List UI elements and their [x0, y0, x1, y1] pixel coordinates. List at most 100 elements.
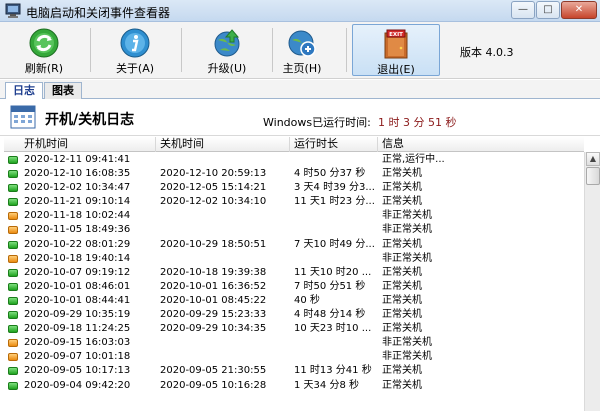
- cell-shutdown-time: 2020-12-02 10:34:10: [160, 196, 267, 208]
- status-normal-icon: [8, 156, 18, 164]
- cell-info: 非正常关机: [382, 351, 432, 363]
- table-row[interactable]: 2020-10-18 19:40:14 非正常关机: [4, 252, 584, 266]
- maximize-button[interactable]: □: [536, 1, 560, 19]
- window-title: 电脑启动和关闭事件查看器: [26, 6, 171, 20]
- status-normal-icon: [8, 381, 18, 390]
- cell-info: 正常关机: [382, 196, 422, 208]
- status-normal-icon: [8, 184, 18, 193]
- table-row[interactable]: 2020-11-05 18:49:36 非正常关机: [4, 223, 584, 237]
- cell-info: 正常关机: [382, 280, 422, 292]
- table-row[interactable]: 2020-10-01 08:46:01 2020-10-01 16:36:52 7 …: [4, 280, 584, 294]
- cell-shutdown-time: 2020-10-01 16:36:52: [160, 280, 267, 292]
- cell-boot-time: 2020-09-04 09:42:20: [24, 379, 131, 391]
- version-label: 版本 4.0.3: [460, 46, 514, 59]
- cell-boot-time: 2020-12-11 09:41:41: [24, 154, 131, 165]
- cell-duration: 11 时13 分41 秒: [294, 365, 372, 377]
- cell-duration: 4 时50 分37 秒: [294, 168, 366, 180]
- cell-info: 正常关机: [382, 294, 422, 306]
- info-icon: [120, 28, 150, 58]
- log-title: 开机/关机日志: [45, 112, 135, 128]
- cell-info: 非正常关机: [382, 210, 432, 222]
- status-normal-icon: [8, 170, 18, 179]
- minimize-button[interactable]: —: [511, 1, 535, 19]
- status-normal-icon: [8, 311, 18, 320]
- cell-boot-time: 2020-09-07 10:01:18: [24, 351, 131, 363]
- status-abnormal-icon: [8, 353, 18, 362]
- cell-info: 正常关机: [382, 309, 422, 321]
- cell-boot-time: 2020-12-02 10:34:47: [24, 182, 131, 194]
- cell-duration: 40 秒: [294, 294, 320, 306]
- cell-shutdown-time: 2020-09-05 21:30:55: [160, 365, 267, 377]
- cell-boot-time: 2020-09-15 16:03:03: [24, 337, 131, 349]
- scroll-up-arrow-icon[interactable]: ▲: [586, 152, 600, 166]
- table-row[interactable]: 2020-12-11 09:41:41 正常,运行中...: [4, 153, 584, 167]
- status-abnormal-icon: [8, 226, 18, 235]
- column-header-boot-time[interactable]: 开机时间: [4, 137, 156, 152]
- cell-shutdown-time: 2020-09-05 10:16:28: [160, 379, 267, 391]
- log-header: 开机/关机日志 Windows已运行时间: 1 时 3 分 51 秒: [0, 99, 600, 136]
- cell-info: 正常关机: [382, 168, 422, 180]
- globe-home-icon: [288, 30, 316, 57]
- table-row[interactable]: 2020-12-02 10:34:47 2020-12-05 15:14:21 3 …: [4, 181, 584, 195]
- table-row[interactable]: 2020-11-18 10:02:44 非正常关机: [4, 209, 584, 223]
- cell-boot-time: 2020-09-05 10:17:13: [24, 365, 131, 377]
- app-icon: [5, 3, 21, 18]
- toolbar-separator: [346, 28, 347, 72]
- table-row[interactable]: 2020-10-01 08:44:41 2020-10-01 08:45:22 40…: [4, 294, 584, 308]
- cell-info: 非正常关机: [382, 224, 432, 236]
- table-body: 2020-12-11 09:41:41 正常,运行中... 2020-12-10 1…: [4, 153, 584, 393]
- close-button[interactable]: ✕: [561, 1, 597, 19]
- exit-label: 退出(E): [377, 63, 415, 76]
- cell-duration: 7 天10 时49 分...: [294, 238, 375, 250]
- status-abnormal-icon: [8, 254, 18, 263]
- about-button[interactable]: 关于(A): [91, 24, 179, 76]
- cell-shutdown-time: 2020-10-18 19:39:38: [160, 266, 267, 278]
- home-button[interactable]: 主页(H): [258, 24, 346, 76]
- table-row[interactable]: 2020-10-22 08:01:29 2020-10-29 18:50:51 7 …: [4, 238, 584, 252]
- cell-boot-time: 2020-10-22 08:01:29: [24, 238, 131, 250]
- cell-info: 非正常关机: [382, 337, 432, 349]
- cell-duration: 11 天10 时20 ...: [294, 266, 372, 278]
- cell-boot-time: 2020-10-01 08:46:01: [24, 280, 131, 292]
- cell-duration: 10 天23 时10 ...: [294, 323, 372, 335]
- status-normal-icon: [8, 325, 18, 334]
- vertical-scrollbar[interactable]: ▲: [584, 152, 600, 411]
- calendar-log-icon: [10, 105, 36, 129]
- status-normal-icon: [8, 268, 18, 277]
- exit-button[interactable]: EXIT 退出(E): [352, 24, 440, 76]
- table-row[interactable]: 2020-09-18 11:24:25 2020-09-29 10:34:35 10…: [4, 322, 584, 336]
- status-abnormal-icon: [8, 212, 18, 221]
- table-row[interactable]: 2020-09-07 10:01:18 非正常关机: [4, 350, 584, 364]
- cell-info: 正常关机: [382, 238, 422, 250]
- cell-info: 非正常关机: [382, 252, 432, 264]
- cell-duration: 1 天34 分8 秒: [294, 379, 359, 391]
- cell-shutdown-time: 2020-12-05 15:14:21: [160, 182, 267, 194]
- uptime-value: 1 时 3 分 51 秒: [378, 116, 457, 129]
- table-row[interactable]: 2020-09-15 16:03:03 非正常关机: [4, 336, 584, 350]
- table-row[interactable]: 2020-09-05 10:17:13 2020-09-05 21:30:55 11…: [4, 364, 584, 378]
- cell-boot-time: 2020-10-18 19:40:14: [24, 252, 131, 264]
- table-row[interactable]: 2020-09-04 09:42:20 2020-09-05 10:16:28 1 …: [4, 379, 584, 393]
- table-row[interactable]: 2020-11-21 09:10:14 2020-12-02 10:34:10 11…: [4, 195, 584, 209]
- table-row[interactable]: 2020-09-29 10:35:19 2020-09-29 15:23:33 4 …: [4, 308, 584, 322]
- refresh-button[interactable]: 刷新(R): [0, 24, 88, 76]
- cell-shutdown-time: 2020-10-01 08:45:22: [160, 294, 267, 306]
- cell-info: 正常关机: [382, 365, 422, 377]
- exit-sign-text: EXIT: [389, 32, 403, 38]
- uptime-label: Windows已运行时间:: [263, 116, 371, 129]
- tab-log[interactable]: 日志: [5, 82, 43, 100]
- column-header-duration[interactable]: 运行时长: [290, 137, 378, 152]
- tab-chart[interactable]: 图表: [44, 82, 82, 99]
- cell-shutdown-time: 2020-10-29 18:50:51: [160, 238, 267, 250]
- table-row[interactable]: 2020-12-10 16:08:35 2020-12-10 20:59:13 4 …: [4, 167, 584, 181]
- cell-boot-time: 2020-11-18 10:02:44: [24, 210, 131, 222]
- status-normal-icon: [8, 240, 18, 249]
- cell-duration: 7 时50 分51 秒: [294, 280, 366, 292]
- column-header-info[interactable]: 信息: [378, 137, 584, 152]
- scroll-thumb[interactable]: [586, 167, 600, 185]
- column-header-shutdown-time[interactable]: 关机时间: [156, 137, 290, 152]
- globe-upgrade-icon: [214, 29, 240, 57]
- toolbar: 刷新(R) 关于(A) 升级(U) 主页(H) EXIT 退出(E) 版本 4.…: [0, 22, 600, 79]
- table-header: 开机时间 关机时间 运行时长 信息: [4, 137, 584, 152]
- table-row[interactable]: 2020-10-07 09:19:12 2020-10-18 19:39:38 11…: [4, 266, 584, 280]
